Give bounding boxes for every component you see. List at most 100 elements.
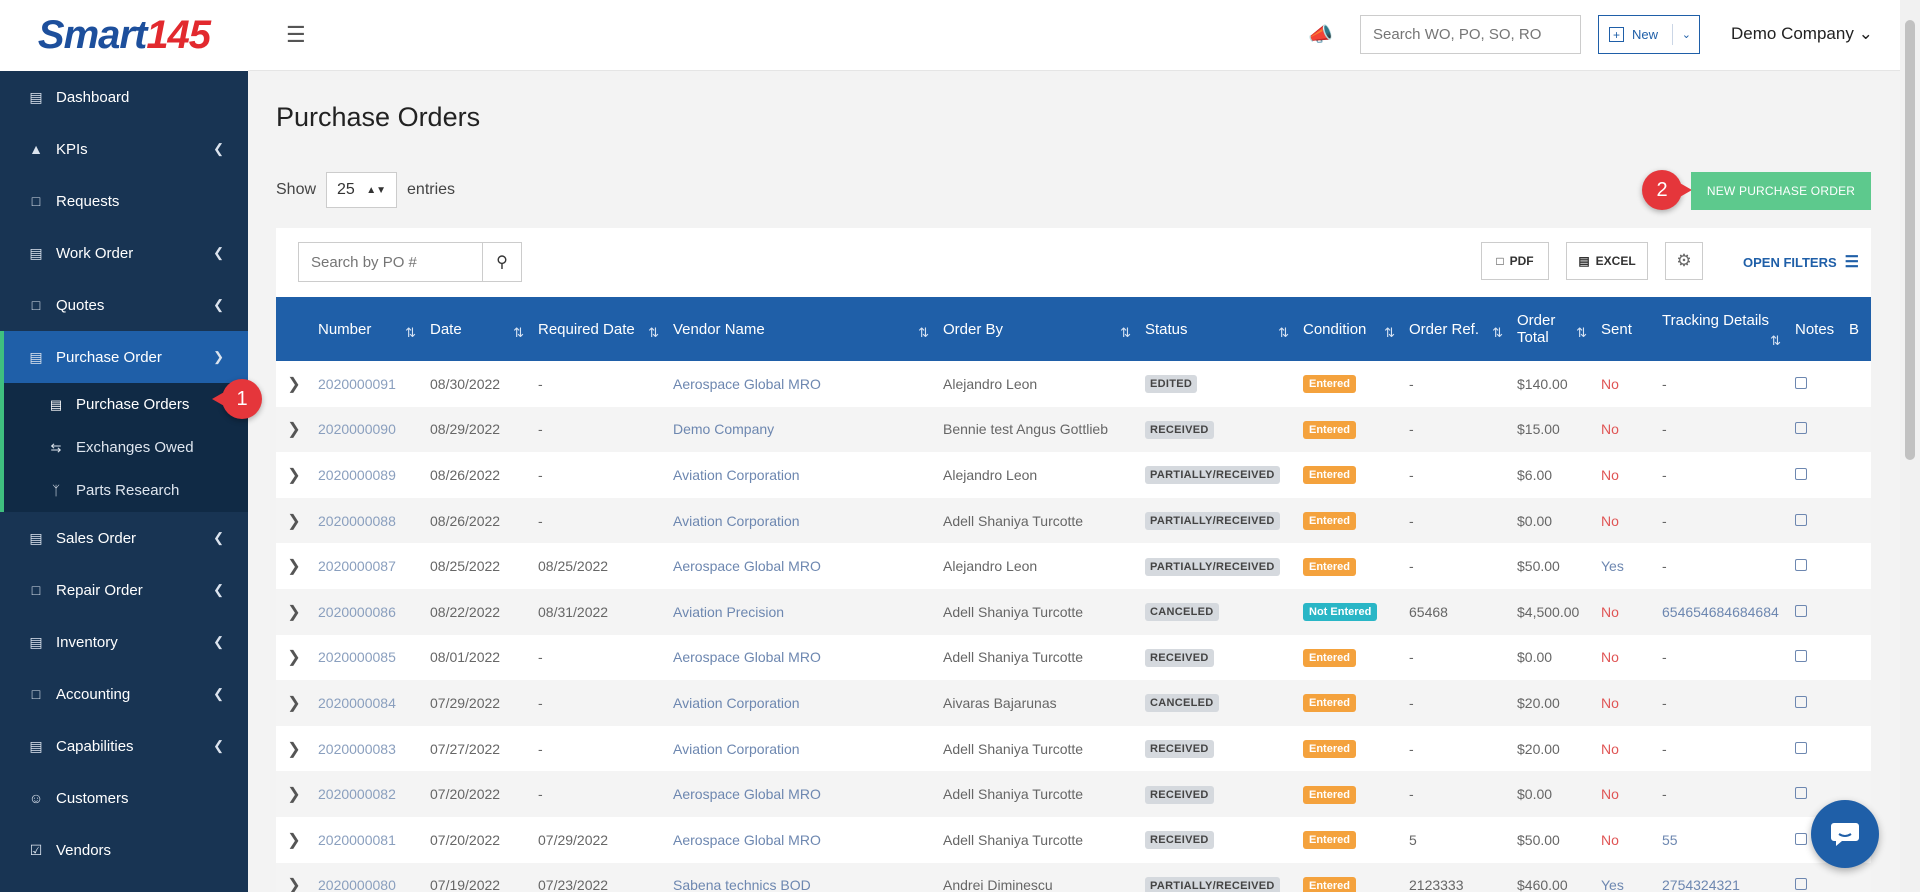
expand-row-icon[interactable]: ❯ [276, 863, 312, 892]
vendor-name-link[interactable]: Aviation Corporation [667, 452, 937, 498]
sidebar-item-accounting[interactable]: □ Accounting ❮ [0, 668, 248, 720]
expand-row-icon[interactable]: ❯ [276, 680, 312, 726]
table-row[interactable]: ❯ 2020000081 07/20/2022 07/29/2022 Aerospace… [276, 817, 1871, 863]
vendor-name-link[interactable]: Sabena technics BOD [667, 863, 937, 892]
expand-row-icon[interactable]: ❯ [276, 407, 312, 453]
note-icon[interactable] [1795, 878, 1807, 891]
sidebar-item-purchase-order[interactable]: ▤ Purchase Order ❯ [0, 331, 248, 383]
note-icon[interactable] [1795, 695, 1807, 708]
sidebar-item-customers[interactable]: ☺ Customers [0, 772, 248, 824]
po-number-link[interactable]: 2020000083 [312, 726, 424, 772]
table-row[interactable]: ❯ 2020000080 07/19/2022 07/23/2022 Sabena te… [276, 862, 1871, 892]
open-filters-button[interactable]: OPEN FILTERS ☰ [1743, 252, 1859, 272]
po-number-link[interactable]: 2020000082 [312, 771, 424, 817]
entries-select[interactable]: 25 ▲▼ [326, 172, 398, 208]
po-number-link[interactable]: 2020000089 [312, 452, 424, 498]
table-row[interactable]: ❯ 2020000084 07/29/2022 - Aviation Corporati… [276, 680, 1871, 726]
sidebar-item-repair-order[interactable]: □ Repair Order ❮ [0, 564, 248, 616]
vendor-name-link[interactable]: Aerospace Global MRO [667, 817, 937, 863]
column-header-tracking-details[interactable]: Tracking Details ⇅ [1656, 297, 1789, 361]
po-number-link[interactable]: 2020000086 [312, 589, 424, 635]
table-row[interactable]: ❯ 2020000082 07/20/2022 - Aerospace Global M… [276, 771, 1871, 817]
expand-row-icon[interactable]: ❯ [276, 771, 312, 817]
sidebar-item-inventory[interactable]: ▤ Inventory ❮ [0, 616, 248, 668]
po-number-link[interactable]: 2020000087 [312, 543, 424, 589]
po-number-link[interactable]: 2020000080 [312, 863, 424, 892]
vendor-name-link[interactable]: Demo Company [667, 407, 937, 453]
po-number-link[interactable]: 2020000088 [312, 498, 424, 544]
vendor-name-link[interactable]: Aviation Corporation [667, 726, 937, 772]
sidebar-item-sales-order[interactable]: ▤ Sales Order ❮ [0, 512, 248, 564]
column-header-status[interactable]: Status ⇅ [1139, 297, 1297, 361]
pdf-export-button[interactable]: □ PDF [1481, 242, 1549, 280]
sidebar-item-work-order[interactable]: ▤ Work Order ❮ [0, 227, 248, 279]
table-row[interactable]: ❯ 2020000085 08/01/2022 - Aerospace Global M… [276, 635, 1871, 681]
note-icon[interactable] [1795, 376, 1807, 389]
column-header-order-ref[interactable]: Order Ref. ⇅ [1403, 297, 1511, 361]
logo[interactable]: Smart145 [0, 0, 248, 71]
vendor-name-link[interactable]: Aerospace Global MRO [667, 771, 937, 817]
excel-export-button[interactable]: ▤ EXCEL [1566, 242, 1648, 280]
settings-button[interactable]: ⚙ [1665, 242, 1703, 280]
vendor-name-link[interactable]: Aerospace Global MRO [667, 635, 937, 681]
column-header-vendor-name[interactable]: Vendor Name ⇅ [667, 297, 937, 361]
note-icon[interactable] [1795, 559, 1807, 572]
megaphone-icon[interactable]: 📣 [1308, 22, 1333, 47]
po-number-link[interactable]: 2020000090 [312, 407, 424, 453]
sidebar-subitem-parts-research[interactable]: ᛉ Parts Research [4, 469, 248, 512]
search-button[interactable]: ⚲ [482, 242, 522, 282]
new-dropdown-button[interactable]: + New ⌄ [1598, 15, 1700, 54]
expand-row-icon[interactable]: ❯ [276, 589, 312, 635]
po-number-link[interactable]: 2020000085 [312, 635, 424, 681]
expand-row-icon[interactable]: ❯ [276, 452, 312, 498]
po-search-input[interactable] [298, 242, 483, 282]
po-number-link[interactable]: 2020000081 [312, 817, 424, 863]
vendor-name-link[interactable]: Aviation Corporation [667, 680, 937, 726]
note-icon[interactable] [1795, 650, 1807, 663]
note-icon[interactable] [1795, 467, 1807, 480]
table-row[interactable]: ❯ 2020000083 07/27/2022 - Aviation Corporati… [276, 726, 1871, 772]
sidebar-item-requests[interactable]: □ Requests [0, 175, 248, 227]
note-icon[interactable] [1795, 422, 1807, 435]
table-row[interactable]: ❯ 2020000089 08/26/2022 - Aviation Corporati… [276, 452, 1871, 498]
sidebar-item-quotes[interactable]: □ Quotes ❮ [0, 279, 248, 331]
global-search-input[interactable] [1360, 15, 1581, 54]
table-row[interactable]: ❯ 2020000091 08/30/2022 - Aerospace Global M… [276, 361, 1871, 407]
company-dropdown[interactable]: Demo Company ⌄ [1731, 24, 1873, 44]
po-number-link[interactable]: 2020000084 [312, 680, 424, 726]
chat-button[interactable] [1811, 800, 1879, 868]
table-row[interactable]: ❯ 2020000088 08/26/2022 - Aviation Corporati… [276, 497, 1871, 544]
column-header-order-by[interactable]: Order By ⇅ [937, 297, 1139, 361]
vendor-name-link[interactable]: Aerospace Global MRO [667, 361, 937, 407]
expand-row-icon[interactable]: ❯ [276, 726, 312, 772]
expand-row-icon[interactable]: ❯ [276, 498, 312, 544]
vendor-name-link[interactable]: Aerospace Global MRO [667, 543, 937, 589]
expand-row-icon[interactable]: ❯ [276, 635, 312, 681]
column-header-condition[interactable]: Condition ⇅ [1297, 297, 1403, 361]
table-row[interactable]: ❯ 2020000090 08/29/2022 - Demo Company Bennie… [276, 406, 1871, 453]
note-icon[interactable] [1795, 832, 1807, 845]
sidebar-subitem-exchanges-owed[interactable]: ⇆ Exchanges Owed [4, 426, 248, 469]
table-row[interactable]: ❯ 2020000087 08/25/2022 08/25/2022 Aerospace… [276, 543, 1871, 589]
sidebar-item-capabilities[interactable]: ▤ Capabilities ❮ [0, 720, 248, 772]
note-icon[interactable] [1795, 513, 1807, 526]
table-row[interactable]: ❯ 2020000086 08/22/2022 08/31/2022 Aviation … [276, 588, 1871, 635]
sidebar-item-vendors[interactable]: ☑ Vendors [0, 824, 248, 876]
column-header-required-date[interactable]: Required Date ⇅ [532, 297, 667, 361]
note-icon[interactable] [1795, 787, 1807, 800]
new-purchase-order-button[interactable]: NEW PURCHASE ORDER [1691, 172, 1871, 210]
page-scrollbar[interactable] [1900, 0, 1920, 892]
sidebar-item-kpis[interactable]: ▲ KPIs ❮ [0, 123, 248, 175]
vendor-name-link[interactable]: Aviation Corporation [667, 498, 937, 544]
hamburger-icon[interactable]: ☰ [286, 22, 306, 48]
expand-row-icon[interactable]: ❯ [276, 361, 312, 407]
vendor-name-link[interactable]: Aviation Precision [667, 589, 937, 635]
note-icon[interactable] [1795, 604, 1807, 617]
note-icon[interactable] [1795, 741, 1807, 754]
column-header-date[interactable]: Date ⇅ [424, 297, 532, 361]
po-number-link[interactable]: 2020000091 [312, 361, 424, 407]
scrollbar-thumb[interactable] [1905, 20, 1915, 460]
expand-row-icon[interactable]: ❯ [276, 817, 312, 863]
column-header-number[interactable]: Number ⇅ [312, 297, 424, 361]
expand-row-icon[interactable]: ❯ [276, 543, 312, 589]
